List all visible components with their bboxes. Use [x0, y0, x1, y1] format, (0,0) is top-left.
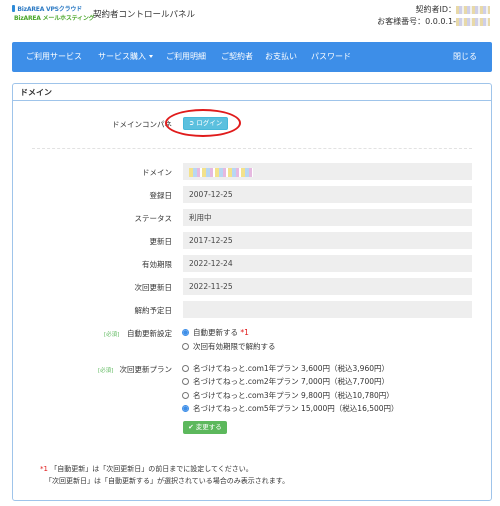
registered-date-label: 登録日: [149, 191, 173, 200]
option-label: 名づけてねっと.com1年プラン 3,600円（税込3,960円）: [193, 364, 389, 373]
nav-item-purchase[interactable]: サービス購入: [98, 42, 153, 72]
panel-title: 契約者コントロールパネル: [93, 10, 196, 20]
highlight-ring: [165, 109, 241, 137]
domain-value: [183, 163, 472, 180]
logo: BizAREA VPSクラウド BizAREA メールホスティング: [12, 4, 95, 22]
registered-date-value: 2007-12-25: [183, 186, 472, 203]
expiry-date-value: 2022-12-24: [183, 255, 472, 272]
updated-date-value: 2017-12-25: [183, 232, 472, 249]
auto-renew-option-cancel[interactable]: 次回有効期限で解約する: [182, 342, 276, 352]
nav-label: お支払い: [265, 52, 297, 61]
expiry-date-label: 有効期限: [142, 260, 172, 269]
option-label: 自動更新する: [193, 328, 238, 337]
option-label: 名づけてねっと.com2年プラン 7,000円（税込7,700円）: [193, 377, 389, 386]
nav-item-services[interactable]: ご利用サービス: [26, 42, 82, 72]
next-renewal-value: 2022-11-25: [183, 278, 472, 295]
nav-label: ご利用サービス: [26, 52, 82, 61]
updated-date-label: 更新日: [149, 237, 173, 246]
plan-option-5y[interactable]: 名づけてねっと.com5年プラン 15,000円（税込16,500円）: [182, 404, 399, 414]
logo-line-1: BizAREA VPSクラウド: [17, 6, 82, 13]
footnote-mark: *1: [40, 465, 48, 473]
chevron-down-icon: [149, 55, 153, 58]
plan-option-3y[interactable]: 名づけてねっと.com3年プラン 9,800円（税込10,780円）: [182, 391, 394, 401]
status-label: ステータス: [134, 214, 173, 223]
nav-item-password[interactable]: パスワード: [311, 42, 351, 72]
top-header: BizAREA VPSクラウド BizAREA メールホスティング 契約者コント…: [0, 0, 500, 38]
masked-customer-number: [456, 17, 490, 26]
nav-label: ご契約者: [221, 52, 253, 61]
close-button[interactable]: 閉じる: [453, 42, 477, 72]
nav-item-billing[interactable]: ご利用明細: [166, 42, 206, 72]
logo-line-2: BizAREA メールホスティング: [14, 15, 95, 22]
nav-label: ご利用明細: [166, 52, 206, 61]
nav-item-payment[interactable]: お支払い: [265, 42, 297, 72]
nav-item-contractor[interactable]: ご契約者: [221, 42, 253, 72]
domain-label: ドメイン: [142, 168, 172, 177]
account-info: 契約者ID： お客様番号：0.0.0.1-: [377, 4, 490, 28]
card-title: ドメイン: [13, 84, 491, 101]
option-label: 名づけてねっと.com3年プラン 9,800円（税込10,780円）: [193, 391, 394, 400]
plan-option-1y[interactable]: 名づけてねっと.com1年プラン 3,600円（税込3,960円）: [182, 364, 389, 374]
nav-label: パスワード: [311, 52, 351, 61]
divider: [32, 148, 472, 149]
option-label: 名づけてねっと.com5年プラン 15,000円（税込16,500円）: [193, 404, 399, 413]
radio-button[interactable]: [182, 328, 189, 336]
auto-renew-option-on[interactable]: 自動更新する *1: [182, 328, 249, 338]
footnote-line-2: 「次回更新日」は「自動更新する」が選択されている場合のみ表示されます。: [45, 477, 290, 485]
footnote-line-1: *1 「自動更新」は「次回更新日」の前日までに設定してください。: [40, 464, 253, 474]
required-badge: [必須]: [98, 368, 114, 374]
radio-button[interactable]: [182, 342, 189, 350]
renew-plan-label: 次回更新プラン: [119, 365, 173, 374]
next-renewal-label: 次回更新日: [134, 283, 173, 292]
main-navbar: ご利用サービス サービス購入 ご利用明細 ご契約者 お支払い パスワード 閉じる: [12, 42, 492, 72]
submit-label: 変更する: [195, 423, 222, 431]
required-badge: [必須]: [104, 332, 120, 338]
footnote-mark: *1: [240, 328, 249, 337]
cancel-date-label: 解約予定日: [134, 306, 173, 315]
nav-label: サービス購入: [98, 52, 146, 61]
close-label: 閉じる: [453, 52, 477, 61]
change-submit-button[interactable]: ✔ 変更する: [183, 421, 227, 434]
option-label: 次回有効期限で解約する: [193, 342, 276, 351]
check-icon: ✔: [188, 423, 194, 431]
plan-option-2y[interactable]: 名づけてねっと.com2年プラン 7,000円（税込7,700円）: [182, 377, 389, 387]
radio-button[interactable]: [182, 404, 189, 412]
radio-button[interactable]: [182, 364, 189, 372]
status-value: 利用中: [183, 209, 472, 226]
radio-button[interactable]: [182, 391, 189, 399]
masked-account-id: [456, 5, 490, 14]
radio-button[interactable]: [182, 377, 189, 385]
control-panel-label: ドメインコンパネ: [112, 120, 172, 129]
footnote-text: 「自動更新」は「次回更新日」の前日までに設定してください。: [50, 465, 253, 473]
account-id-label: 契約者ID：: [415, 5, 456, 14]
customer-number-label: お客様番号：0.0.0.1-: [377, 17, 456, 26]
masked-domain: [189, 167, 253, 177]
cancel-date-value: [183, 301, 472, 318]
auto-renew-label: 自動更新設定: [127, 329, 172, 338]
